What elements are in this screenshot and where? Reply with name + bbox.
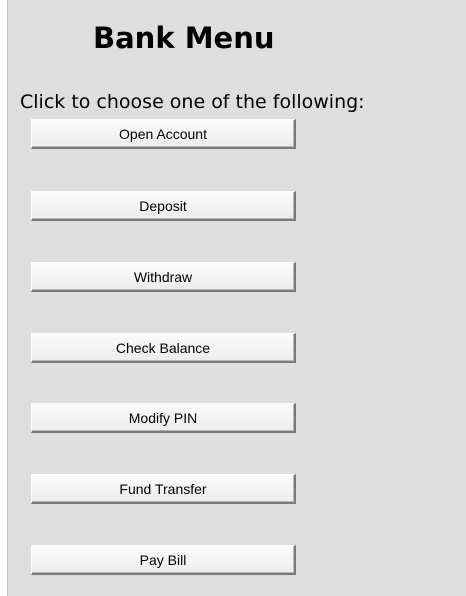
deposit-button[interactable]: Deposit [31,191,296,221]
fund-transfer-button[interactable]: Fund Transfer [31,474,296,504]
withdraw-button[interactable]: Withdraw [31,262,296,292]
instructions-text: Click to choose one of the following: [20,91,365,113]
modify-pin-button[interactable]: Modify PIN [31,403,296,433]
open-account-button[interactable]: Open Account [31,119,296,149]
check-balance-button[interactable]: Check Balance [31,333,296,363]
pay-bill-button[interactable]: Pay Bill [31,545,296,575]
page-title: Bank Menu [93,21,275,55]
bank-menu-panel: Bank Menu Click to choose one of the fol… [7,0,466,596]
